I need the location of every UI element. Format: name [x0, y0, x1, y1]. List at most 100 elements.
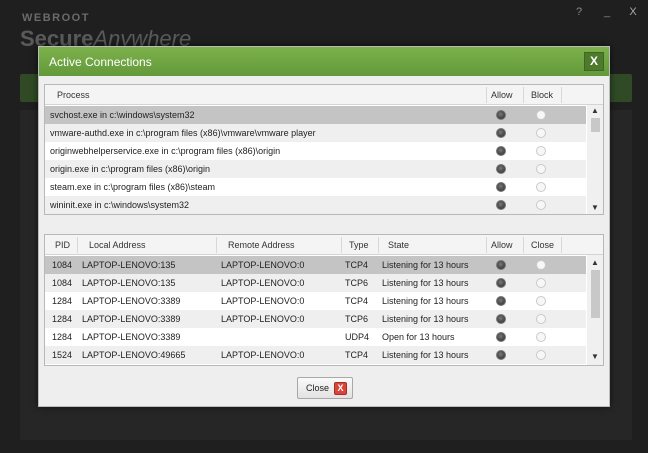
- remote-address-cell: LAPTOP-LENOVO:0: [221, 260, 305, 270]
- block-radio[interactable]: [536, 110, 546, 120]
- close-button[interactable]: Close X: [297, 377, 353, 399]
- process-name: svchost.exe in c:\windows\system32: [50, 110, 195, 120]
- pid-cell: 1284: [52, 332, 73, 342]
- process-row[interactable]: origin.exe in c:\program files (x86)\ori…: [45, 160, 586, 178]
- close-button-label: Close: [306, 383, 330, 393]
- process-row[interactable]: wininit.exe in c:\windows\system32: [45, 196, 586, 214]
- type-cell: TCP4: [345, 350, 369, 360]
- connection-table: PID Local Address Remote Address Type St…: [44, 234, 604, 366]
- block-radio[interactable]: [536, 128, 546, 138]
- connection-row[interactable]: 1284 LAPTOP-LENOVO:3389 UDP4 Open for 13…: [45, 328, 586, 346]
- block-radio[interactable]: [536, 164, 546, 174]
- allow-radio[interactable]: [496, 332, 506, 342]
- remote-address-cell: LAPTOP-LENOVO:0: [221, 350, 305, 360]
- scroll-thumb[interactable]: [591, 270, 600, 318]
- header-type: Type: [349, 240, 369, 250]
- type-cell: UDP4: [345, 332, 370, 342]
- close-radio[interactable]: [536, 278, 546, 288]
- allow-radio[interactable]: [496, 260, 506, 270]
- type-cell: TCP6: [345, 278, 369, 288]
- connection-row[interactable]: 1284 LAPTOP-LENOVO:3389 LAPTOP-LENOVO:0 …: [45, 292, 586, 310]
- allow-radio[interactable]: [496, 128, 506, 138]
- process-row[interactable]: svchost.exe in c:\windows\system32: [45, 106, 586, 124]
- process-row[interactable]: originwebhelperservice.exe in c:\program…: [45, 142, 586, 160]
- close-radio[interactable]: [536, 350, 546, 360]
- connection-row[interactable]: 1084 LAPTOP-LENOVO:135 LAPTOP-LENOVO:0 T…: [45, 256, 586, 274]
- local-address-cell: LAPTOP-LENOVO:135: [82, 260, 176, 270]
- scroll-down-icon[interactable]: ▼: [587, 202, 603, 214]
- process-name: steam.exe in c:\program files (x86)\stea…: [50, 182, 216, 192]
- process-row[interactable]: steam.exe in c:\program files (x86)\stea…: [45, 178, 586, 196]
- close-radio[interactable]: [536, 314, 546, 324]
- type-cell: TCP4: [345, 296, 369, 306]
- process-name: originwebhelperservice.exe in c:\program…: [50, 146, 281, 156]
- connection-scrollbar[interactable]: ▲ ▼: [587, 255, 603, 365]
- process-scrollbar[interactable]: ▲ ▼: [587, 105, 603, 214]
- state-cell: Listening for 13 hours: [382, 296, 469, 306]
- pid-cell: 1284: [52, 314, 73, 324]
- allow-radio[interactable]: [496, 110, 506, 120]
- local-address-cell: LAPTOP-LENOVO:49665: [82, 350, 186, 360]
- dialog-close-button[interactable]: X: [584, 52, 604, 71]
- close-radio[interactable]: [536, 260, 546, 270]
- allow-radio[interactable]: [496, 278, 506, 288]
- pid-cell: 1084: [52, 260, 73, 270]
- pid-cell: 1524: [52, 350, 73, 360]
- process-name: wininit.exe in c:\windows\system32: [50, 200, 190, 210]
- process-table: Process Allow Block svchost.exe in c:\wi…: [44, 84, 604, 215]
- scroll-thumb[interactable]: [591, 118, 600, 132]
- header-pid: PID: [55, 240, 71, 250]
- scroll-up-icon[interactable]: ▲: [587, 257, 603, 269]
- state-cell: Listening for 13 hours: [382, 278, 469, 288]
- close-icon: X: [334, 382, 347, 395]
- allow-radio[interactable]: [496, 314, 506, 324]
- type-cell: TCP4: [345, 260, 369, 270]
- dialog-title: Active Connections: [49, 55, 152, 69]
- pid-cell: 1284: [52, 296, 73, 306]
- type-cell: TCP6: [345, 314, 369, 324]
- local-address-cell: LAPTOP-LENOVO:3389: [82, 314, 181, 324]
- local-address-cell: LAPTOP-LENOVO:3389: [82, 332, 181, 342]
- local-address-cell: LAPTOP-LENOVO:135: [82, 278, 176, 288]
- header-block: Block: [531, 90, 554, 100]
- connection-row[interactable]: 1524 LAPTOP-LENOVO:49665 LAPTOP-LENOVO:0…: [45, 346, 586, 364]
- state-cell: Listening for 13 hours: [382, 350, 469, 360]
- process-table-header: Process Allow Block: [45, 85, 603, 105]
- header-remote-address: Remote Address: [228, 240, 295, 250]
- header-local-address: Local Address: [89, 240, 146, 250]
- minimize-icon[interactable]: _: [600, 6, 614, 20]
- block-radio[interactable]: [536, 182, 546, 192]
- allow-radio[interactable]: [496, 182, 506, 192]
- process-name: origin.exe in c:\program files (x86)\ori…: [50, 164, 211, 174]
- close-radio[interactable]: [536, 332, 546, 342]
- dialog-titlebar: Active Connections X: [39, 47, 609, 76]
- state-cell: Listening for 13 hours: [382, 260, 469, 270]
- allow-radio[interactable]: [496, 350, 506, 360]
- header-allow: Allow: [491, 240, 513, 250]
- window-close-icon[interactable]: X: [626, 6, 640, 20]
- allow-radio[interactable]: [496, 146, 506, 156]
- local-address-cell: LAPTOP-LENOVO:3389: [82, 296, 181, 306]
- remote-address-cell: LAPTOP-LENOVO:0: [221, 278, 305, 288]
- allow-radio[interactable]: [496, 164, 506, 174]
- allow-radio[interactable]: [496, 200, 506, 210]
- help-icon[interactable]: ?: [572, 6, 586, 20]
- scroll-down-icon[interactable]: ▼: [587, 351, 603, 363]
- connection-row[interactable]: 1284 LAPTOP-LENOVO:3389 LAPTOP-LENOVO:0 …: [45, 310, 586, 328]
- close-radio[interactable]: [536, 296, 546, 306]
- remote-address-cell: LAPTOP-LENOVO:0: [221, 296, 305, 306]
- active-connections-dialog: Active Connections X Process Allow Block…: [38, 46, 610, 407]
- block-radio[interactable]: [536, 146, 546, 156]
- connection-row[interactable]: 1084 LAPTOP-LENOVO:135 LAPTOP-LENOVO:0 T…: [45, 274, 586, 292]
- process-row[interactable]: vmware-authd.exe in c:\program files (x8…: [45, 124, 586, 142]
- pid-cell: 1084: [52, 278, 73, 288]
- block-radio[interactable]: [536, 200, 546, 210]
- scroll-up-icon[interactable]: ▲: [587, 105, 603, 117]
- brand-logo-text: WEBROOT: [22, 12, 90, 24]
- connection-table-header: PID Local Address Remote Address Type St…: [45, 235, 603, 255]
- header-state: State: [388, 240, 410, 250]
- allow-radio[interactable]: [496, 296, 506, 306]
- header-allow: Allow: [491, 90, 513, 100]
- header-process: Process: [57, 90, 90, 100]
- remote-address-cell: LAPTOP-LENOVO:0: [221, 314, 305, 324]
